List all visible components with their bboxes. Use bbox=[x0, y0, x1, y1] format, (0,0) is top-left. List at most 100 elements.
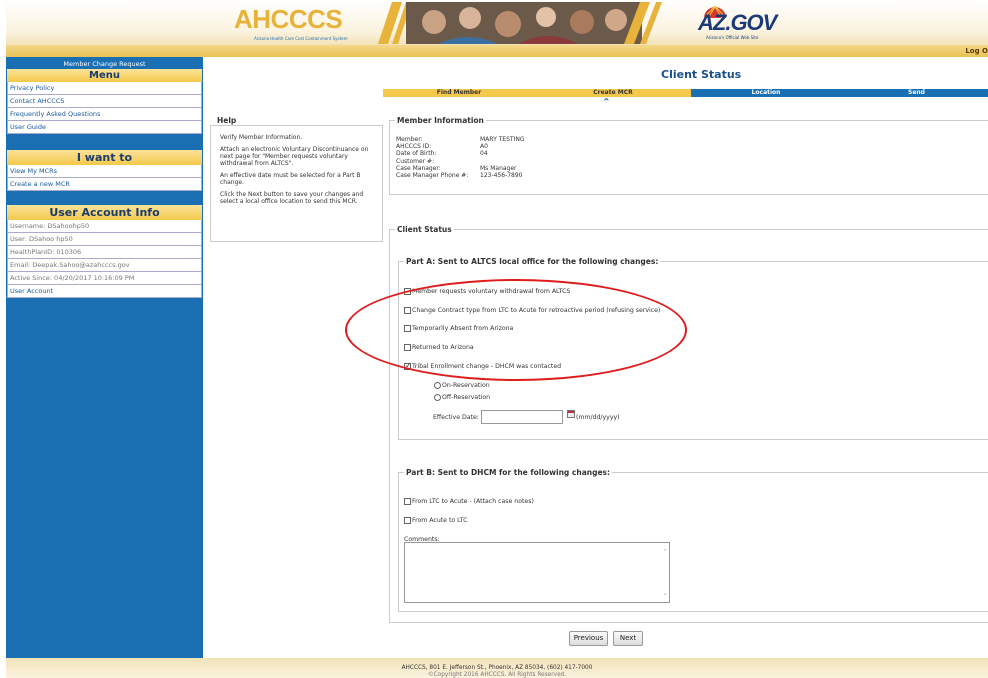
effective-date-input[interactable] bbox=[481, 410, 563, 424]
next-button[interactable]: Next bbox=[613, 631, 643, 646]
part-a-legend: Part A: Sent to ALTCS local office for t… bbox=[404, 257, 661, 266]
sidebar: Member Change Request Menu Privacy Polic… bbox=[6, 57, 203, 658]
temporarily-absent-checkbox[interactable] bbox=[404, 325, 411, 332]
sidebar-item-contact-ahcccs[interactable]: Contact AHCCCS bbox=[7, 95, 202, 108]
calendar-icon[interactable] bbox=[567, 410, 575, 418]
member-info-grid: Member: MARY TESTING AHCCCS ID: A0 Date … bbox=[396, 136, 524, 179]
scroll-up-icon[interactable]: ⌃ bbox=[662, 548, 668, 556]
account-email: Email: Deepak.Sahoo@azahcccs.gov bbox=[7, 259, 202, 272]
acute-to-ltc-label: From Acute to LTC bbox=[412, 517, 468, 524]
step-location: Location bbox=[691, 89, 841, 97]
scroll-down-icon[interactable]: ⌄ bbox=[662, 589, 668, 597]
option-returned-to-arizona[interactable]: Returned to Arizona bbox=[404, 344, 474, 351]
top-bar: Log O bbox=[6, 45, 988, 57]
temporarily-absent-label: Temporarily Absent from Arizona bbox=[412, 325, 514, 332]
returned-to-arizona-checkbox[interactable] bbox=[404, 344, 411, 351]
option-acute-to-ltc[interactable]: From Acute to LTC bbox=[404, 517, 467, 524]
option-change-contract-type[interactable]: Change Contract type from LTC to Acute f… bbox=[404, 307, 660, 314]
step-find-member: Find Member bbox=[383, 89, 535, 97]
customer-label: Customer #: bbox=[396, 157, 435, 165]
dob-value: 04 bbox=[480, 150, 488, 158]
header: AHCCCS Arizona Health Care Cost Containm… bbox=[6, 0, 988, 45]
ahcccs-logo-text: AHCCCS bbox=[234, 4, 343, 34]
date-format-hint: (mm/dd/yyyy) bbox=[576, 414, 620, 421]
ltc-to-acute-checkbox[interactable] bbox=[404, 498, 411, 505]
previous-button[interactable]: Previous bbox=[569, 631, 608, 646]
option-tribal-enrollment[interactable]: Tribal Enrollment change - DHCM was cont… bbox=[404, 361, 562, 370]
sidebar-item-faq[interactable]: Frequently Asked Questions bbox=[7, 108, 202, 121]
tribal-enrollment-label: Tribal Enrollment change - DHCM was cont… bbox=[412, 363, 562, 370]
sidebar-item-create-new-mcr[interactable]: Create a new MCR bbox=[7, 178, 202, 191]
help-text-3: An effective date must be selected for a… bbox=[220, 172, 361, 186]
header-photo-banner bbox=[378, 2, 662, 44]
step-progress-bar: Find Member Create MCR Location Send bbox=[383, 89, 988, 97]
help-panel: Help Verify Member Information. Attach a… bbox=[206, 112, 383, 242]
help-box: Verify Member Information. Attach an ele… bbox=[210, 125, 383, 242]
case-manager-label: Case Manager: bbox=[396, 164, 441, 172]
help-text-2: Attach an electronic Voluntary Discontin… bbox=[220, 146, 369, 167]
ahcccs-tagline: Arizona Health Care Cost Containment Sys… bbox=[254, 36, 348, 41]
option-voluntary-withdrawal[interactable]: Member requests voluntary withdrawal fro… bbox=[404, 288, 570, 295]
sidebar-item-view-my-mcrs[interactable]: View My MCRs bbox=[7, 165, 202, 178]
member-info-legend: Member Information bbox=[395, 116, 486, 125]
off-reservation-label: Off-Reservation bbox=[442, 394, 491, 401]
voluntary-withdrawal-label: Member requests voluntary withdrawal fro… bbox=[412, 288, 571, 295]
sidebar-item-privacy-policy[interactable]: Privacy Policy bbox=[7, 82, 202, 95]
ahcccs-id-value: A0 bbox=[480, 143, 488, 151]
ltc-to-acute-label: From LTC to Acute - (Attach case notes) bbox=[412, 498, 534, 505]
option-ltc-to-acute[interactable]: From LTC to Acute - (Attach case notes) bbox=[404, 498, 534, 505]
voluntary-withdrawal-checkbox[interactable] bbox=[404, 288, 411, 295]
account-user: User: DSahoo hp50 bbox=[7, 233, 202, 246]
change-contract-type-checkbox[interactable] bbox=[404, 307, 411, 314]
account-active-since: Active Since: 04/20/2017 10:16:09 PM bbox=[7, 272, 202, 285]
option-off-reservation[interactable]: Off-Reservation bbox=[434, 394, 490, 401]
case-manager-phone-label: Case Manager Phone #: bbox=[396, 172, 469, 180]
acute-to-ltc-checkbox[interactable] bbox=[404, 517, 411, 524]
current-step-caret-icon: ^ bbox=[603, 97, 610, 106]
member-value: MARY TESTING bbox=[480, 136, 525, 143]
part-b-legend: Part B: Sent to DHCM for the following c… bbox=[404, 468, 613, 477]
step-create-mcr: Create MCR bbox=[535, 89, 691, 97]
footer-copyright: ©Copyright 2016 AHCCCS. All Rights Reser… bbox=[427, 672, 567, 678]
page: AHCCCS Arizona Health Care Cost Containm… bbox=[6, 0, 988, 678]
help-title: Help bbox=[217, 116, 237, 125]
account-healthplan-id: HealthPlanID: 010306 bbox=[7, 246, 202, 259]
step-send: Send bbox=[841, 89, 988, 97]
footer: AHCCCS, 801 E. Jefferson St., Phoenix, A… bbox=[6, 658, 988, 678]
sidebar-item-user-account[interactable]: User Account bbox=[7, 285, 202, 298]
help-text-1: Verify Member Information. bbox=[220, 134, 303, 141]
off-reservation-radio[interactable] bbox=[434, 394, 441, 401]
sidebar-title: Member Change Request bbox=[63, 60, 146, 68]
tribal-enrollment-checkbox[interactable] bbox=[404, 361, 412, 370]
ahcccs-logo[interactable]: AHCCCS Arizona Health Care Cost Containm… bbox=[232, 4, 378, 44]
member-row: Member: MARY TESTING bbox=[396, 136, 524, 143]
comments-scrollbar[interactable]: ⌃ ⌄ bbox=[660, 543, 670, 602]
on-reservation-radio[interactable] bbox=[434, 382, 441, 389]
sidebar-item-user-guide[interactable]: User Guide bbox=[7, 121, 202, 134]
member-info-fieldset: Member Information Member: MARY TESTING … bbox=[389, 116, 988, 195]
option-temporarily-absent[interactable]: Temporarily Absent from Arizona bbox=[404, 325, 513, 332]
account-username: Username: DSahoohp50 bbox=[7, 220, 202, 233]
azgov-logo-text: AZ.GOV bbox=[698, 10, 777, 35]
member-label: Member: bbox=[396, 136, 423, 143]
comments-textarea[interactable] bbox=[404, 542, 670, 603]
ahcccs-id-label: AHCCCS ID: bbox=[396, 143, 432, 151]
page-title: Client Status bbox=[661, 68, 742, 81]
account-heading: User Account Info bbox=[7, 205, 202, 220]
logout-link[interactable]: Log O bbox=[965, 47, 988, 55]
effective-date-label: Effective Date: bbox=[433, 414, 479, 421]
option-on-reservation[interactable]: On-Reservation bbox=[434, 382, 490, 389]
dob-label: Date of Birth: bbox=[396, 150, 437, 158]
azgov-tagline: Arizona's Official Web Site bbox=[706, 35, 759, 40]
iwant-heading: I want to bbox=[7, 150, 202, 165]
returned-to-arizona-label: Returned to Arizona bbox=[412, 344, 474, 351]
dob-row: Date of Birth: 04 bbox=[396, 150, 524, 157]
azgov-logo[interactable]: AZ.GOV Arizona's Official Web Site bbox=[684, 4, 777, 44]
client-status-legend: Client Status bbox=[395, 225, 454, 234]
footer-address: AHCCCS, 801 E. Jefferson St., Phoenix, A… bbox=[401, 665, 593, 671]
customer-row: Customer #: bbox=[396, 158, 524, 165]
case-manager-value: Ms Manager bbox=[480, 164, 517, 172]
on-reservation-label: On-Reservation bbox=[442, 382, 490, 389]
case-manager-phone-row: Case Manager Phone #: 123-456-7890 bbox=[396, 172, 524, 179]
menu-heading: Menu bbox=[7, 69, 202, 82]
